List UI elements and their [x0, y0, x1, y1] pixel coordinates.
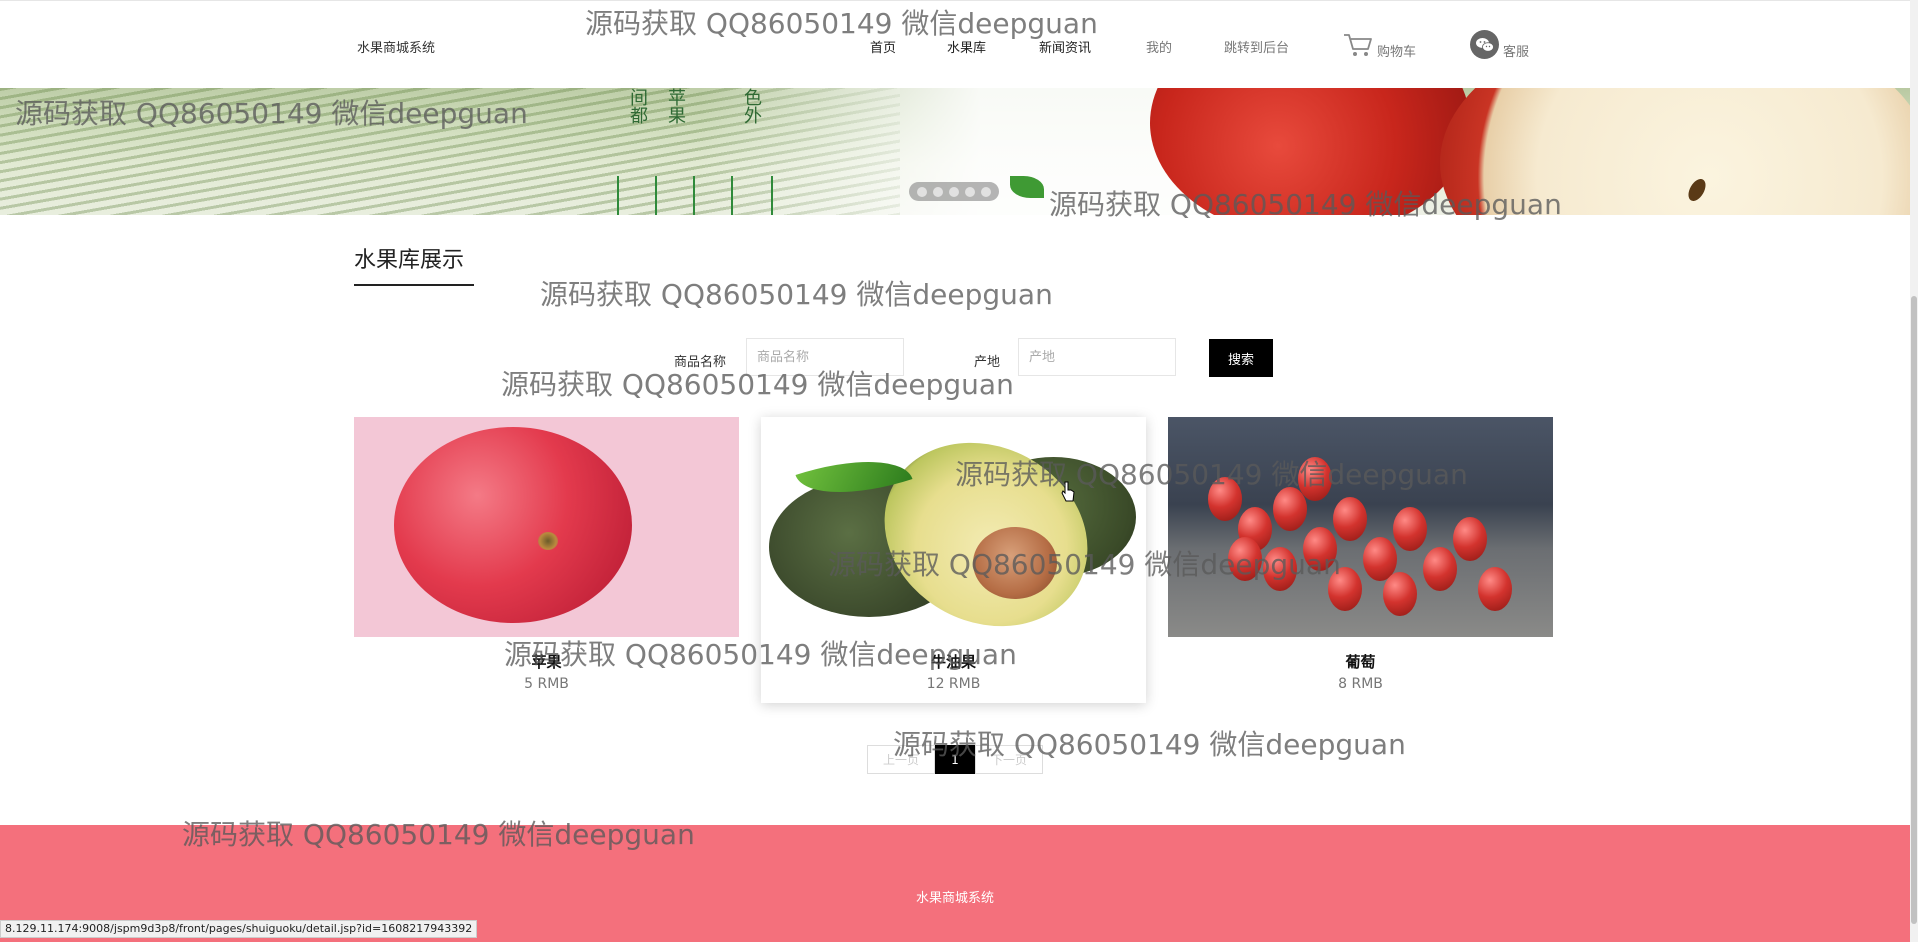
product-price: 12 RMB [926, 676, 981, 692]
grape-berry [1228, 537, 1262, 581]
next-page-button[interactable]: 下一页 [975, 745, 1043, 774]
banner-divider [693, 176, 695, 215]
product-price: 8 RMB [1338, 676, 1383, 692]
avocado-pit [973, 527, 1057, 599]
nav-fruit-library[interactable]: 水果库 [947, 37, 986, 56]
cart-icon [1344, 33, 1372, 56]
banner-text: 间都 [627, 88, 648, 124]
prev-page-button[interactable]: 上一页 [867, 745, 935, 774]
banner-text: 色外 [741, 88, 762, 124]
nav-home[interactable]: 首页 [870, 37, 896, 56]
page-number-button[interactable]: 1 [935, 745, 975, 774]
pagination: 上一页 1 下一页 [867, 745, 1043, 774]
product-card[interactable]: 牛油果 12 RMB [761, 417, 1146, 703]
apple-half-image [1440, 88, 1910, 215]
carousel-dot[interactable] [933, 186, 943, 197]
product-name-label: 商品名称 [674, 355, 727, 370]
section-title: 水果库展示 [354, 242, 474, 286]
product-price: 5 RMB [524, 676, 569, 692]
product-card[interactable]: 苹果 5 RMB [354, 417, 739, 703]
site-name[interactable]: 水果商城系统 [357, 37, 435, 56]
grape-berry [1328, 567, 1362, 611]
product-name[interactable]: 苹果 [354, 651, 739, 672]
grape-berry [1383, 572, 1417, 616]
apple-shape [394, 427, 632, 623]
service-label: 客服 [1503, 45, 1530, 60]
nav-admin[interactable]: 跳转到后台 [1224, 37, 1289, 56]
grape-berry [1423, 547, 1457, 591]
nav-mine[interactable]: 我的 [1146, 37, 1172, 56]
grape-berry [1333, 497, 1367, 541]
origin-input[interactable] [1018, 338, 1176, 376]
carousel-dot[interactable] [949, 186, 959, 197]
grape-berry [1393, 507, 1427, 551]
grape-product-image[interactable] [1168, 417, 1553, 637]
grape-berry [1298, 457, 1332, 501]
avocado-product-image[interactable] [761, 417, 1146, 637]
status-url-bar: 8.129.11.174:9008/jspm9d3p8/front/pages/… [0, 920, 478, 938]
cart-label: 购物车 [1377, 45, 1417, 60]
banner-divider [771, 176, 773, 215]
banner-text: 苹果 [665, 88, 686, 124]
banner-divider [617, 176, 619, 215]
banner-divider [731, 176, 733, 215]
search-button[interactable]: 搜索 [1209, 339, 1273, 377]
grape-berry [1453, 517, 1487, 561]
nav-cart[interactable]: 购物车 [1343, 29, 1416, 60]
grape-berry [1208, 477, 1242, 521]
product-name[interactable]: 牛油果 [761, 651, 1146, 672]
product-card[interactable]: 葡萄 8 RMB [1168, 417, 1553, 703]
product-name[interactable]: 葡萄 [1168, 651, 1553, 672]
nav-news[interactable]: 新闻资讯 [1039, 37, 1091, 56]
origin-label: 产地 [974, 355, 1001, 370]
product-name-input[interactable] [746, 338, 904, 376]
wechat-icon [1470, 30, 1499, 59]
grape-berry [1263, 547, 1297, 591]
apple-stem [538, 532, 558, 550]
hand-cursor-icon [1061, 481, 1075, 502]
carousel-dot[interactable] [917, 186, 927, 197]
page-scrollbar[interactable] [1910, 0, 1918, 942]
carousel-indicator[interactable] [909, 182, 999, 201]
apple-image [1150, 88, 1470, 215]
grape-berry [1303, 527, 1337, 571]
top-navbar: 水果商城系统 首页 水果库 新闻资讯 我的 跳转到后台 购物车 客服 [0, 0, 1910, 88]
apple-product-image[interactable] [354, 417, 739, 637]
banner-divider [655, 176, 657, 215]
scrollbar-thumb[interactable] [1911, 296, 1917, 924]
watermark-text: 源码获取 QQ86050149 微信deepguan [540, 278, 1053, 311]
nav-service[interactable]: 客服 [1470, 29, 1529, 60]
carousel-dot[interactable] [965, 186, 975, 197]
footer-text: 水果商城系统 [915, 891, 994, 906]
carousel-dot[interactable] [981, 186, 991, 197]
grape-berry [1478, 567, 1512, 611]
